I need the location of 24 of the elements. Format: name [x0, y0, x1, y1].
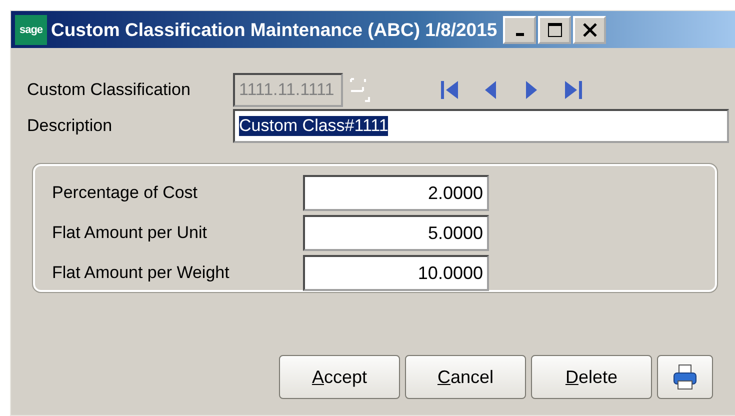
action-button[interactable]: Cancel [405, 355, 526, 399]
field-label: Flat Amount per Weight [52, 263, 230, 283]
last-record-icon[interactable] [562, 78, 584, 102]
maximize-icon [546, 22, 563, 38]
amount-field[interactable]: 2.0000 [303, 175, 489, 211]
action-button[interactable]: Delete [531, 355, 652, 399]
minimize-button[interactable] [503, 16, 536, 44]
field-label: Flat Amount per Unit [52, 223, 208, 243]
printer-icon [672, 363, 698, 391]
amount-field[interactable]: 10.0000 [303, 255, 489, 291]
app-logo: sage [15, 14, 47, 44]
close-button[interactable] [573, 16, 606, 44]
action-button[interactable]: Accept [279, 355, 400, 399]
amount-field[interactable]: 5.0000 [303, 215, 489, 251]
field-label: Custom Classification [27, 80, 192, 100]
first-record-icon[interactable] [439, 78, 461, 102]
maximize-button[interactable] [538, 16, 572, 44]
minimize-icon [516, 32, 524, 36]
print-button[interactable] [657, 355, 713, 399]
field-label: Description [27, 116, 114, 136]
window-title: Custom Classification Maintenance (ABC) 1/8/2015 [51, 18, 498, 40]
field-label: Percentage of Cost [52, 183, 199, 203]
close-icon [582, 22, 598, 38]
description-field[interactable]: Custom Class#1111 [233, 109, 729, 143]
